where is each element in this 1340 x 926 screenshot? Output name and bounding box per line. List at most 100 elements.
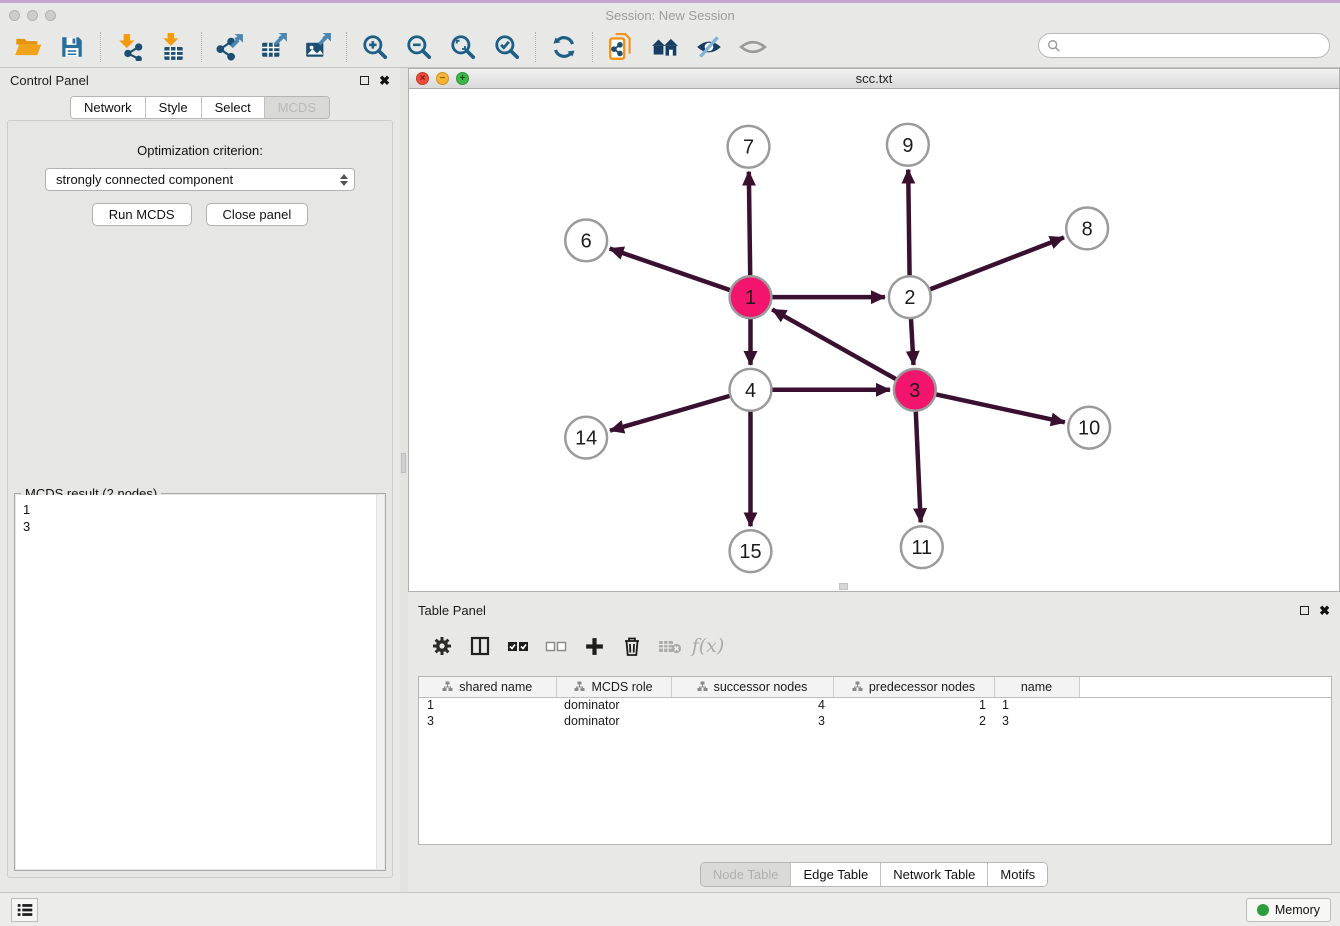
table-header-row: shared nameMCDS rolesuccessor nodesprede… — [419, 677, 1331, 697]
column-header[interactable]: shared name — [419, 677, 556, 697]
export-image-icon[interactable] — [301, 30, 335, 64]
tab-mcds[interactable]: MCDS — [265, 97, 329, 118]
edge-2-9[interactable] — [908, 170, 910, 292]
hide-details-icon[interactable] — [692, 30, 726, 64]
zoom-out-icon[interactable] — [402, 30, 436, 64]
graph-node-9[interactable]: 9 — [887, 124, 929, 166]
column-header[interactable]: successor nodes — [671, 677, 833, 697]
function-builder-icon: f(x) — [696, 634, 720, 658]
run-mcds-button[interactable]: Run MCDS — [92, 203, 192, 226]
tab-select[interactable]: Select — [202, 97, 265, 118]
show-column-panel-icon[interactable] — [468, 634, 492, 658]
table-cell[interactable]: 3 — [419, 713, 556, 729]
edge-4-14[interactable] — [610, 391, 745, 430]
edge-1-7[interactable] — [749, 172, 751, 292]
close-table-panel-icon[interactable]: ✖ — [1319, 604, 1330, 617]
search-field[interactable] — [1038, 33, 1330, 58]
mcds-result-text[interactable]: 13 — [16, 495, 384, 869]
zoom-fit-icon[interactable] — [446, 30, 480, 64]
float-table-panel-icon[interactable] — [1300, 606, 1309, 615]
table-cell[interactable]: 4 — [671, 697, 833, 713]
column-header[interactable]: MCDS role — [556, 677, 671, 697]
control-panel-tabs: Network Style Select MCDS — [70, 96, 330, 119]
svg-text:11: 11 — [911, 537, 932, 559]
tab-network-table[interactable]: Network Table — [881, 863, 988, 886]
node-table[interactable]: shared nameMCDS rolesuccessor nodesprede… — [419, 677, 1331, 729]
table-panel-title: Table Panel — [418, 603, 486, 618]
graph-node-10[interactable]: 10 — [1068, 407, 1110, 449]
graph-node-6[interactable]: 6 — [565, 219, 607, 261]
close-panel-icon[interactable]: ✖ — [379, 74, 390, 87]
edge-2-8[interactable] — [915, 237, 1064, 295]
table-row[interactable]: 1dominator411 — [419, 697, 1331, 713]
svg-text:2: 2 — [904, 287, 915, 309]
table-cell[interactable]: dominator — [556, 697, 671, 713]
svg-text:9: 9 — [902, 135, 913, 157]
edge-1-6[interactable] — [610, 249, 745, 296]
zoom-selected-icon[interactable] — [490, 30, 524, 64]
select-all-columns-icon[interactable] — [506, 634, 530, 658]
graph-node-8[interactable]: 8 — [1066, 208, 1108, 250]
criterion-dropdown[interactable]: strongly connected component — [45, 168, 355, 191]
clone-network-icon[interactable] — [604, 30, 638, 64]
home-icon[interactable] — [648, 30, 682, 64]
export-table-icon[interactable] — [257, 30, 291, 64]
panel-divider[interactable] — [400, 68, 408, 892]
zoom-in-icon[interactable] — [358, 30, 392, 64]
column-header[interactable]: name — [994, 677, 1079, 697]
tab-style[interactable]: Style — [146, 97, 202, 118]
graph-node-15[interactable]: 15 — [730, 530, 772, 572]
table-settings-gear-icon[interactable] — [430, 634, 454, 658]
toolbar-separator — [201, 32, 202, 62]
column-header[interactable]: predecessor nodes — [833, 677, 994, 697]
graph-node-4[interactable]: 4 — [730, 369, 772, 411]
table-row[interactable]: 3dominator323 — [419, 713, 1331, 729]
import-table-icon[interactable] — [156, 30, 190, 64]
show-details-icon[interactable] — [736, 30, 770, 64]
optimization-criterion-label: Optimization criterion: — [8, 143, 392, 158]
unselect-all-columns-icon[interactable] — [544, 634, 568, 658]
canvas-scrollbar-grip[interactable] — [839, 583, 848, 590]
save-session-icon[interactable] — [55, 30, 89, 64]
table-cell[interactable]: 3 — [994, 713, 1079, 729]
edge-3-10[interactable] — [921, 391, 1065, 422]
memory-button[interactable]: Memory — [1246, 898, 1331, 922]
import-network-icon[interactable] — [112, 30, 146, 64]
network-maximize-button[interactable]: + — [456, 72, 469, 85]
result-scrollbar[interactable] — [376, 495, 384, 869]
table-cell[interactable]: 1 — [419, 697, 556, 713]
search-input[interactable] — [1066, 38, 1329, 53]
header-filler — [1079, 677, 1331, 697]
edge-3-1[interactable] — [772, 309, 909, 386]
tab-motifs[interactable]: Motifs — [988, 863, 1047, 886]
graph-node-7[interactable]: 7 — [728, 126, 770, 168]
network-canvas[interactable]: 7 9 6 8 1 2 4 3 14 10 15 11 — [409, 89, 1339, 591]
divider-handle[interactable] — [401, 453, 406, 473]
graph-node-11[interactable]: 11 — [901, 526, 943, 568]
network-window-titlebar[interactable]: × − + scc.txt — [409, 69, 1339, 89]
tab-network[interactable]: Network — [71, 97, 146, 118]
table-cell[interactable]: 1 — [833, 697, 994, 713]
edge-3-11[interactable] — [915, 396, 921, 523]
graph-node-2[interactable]: 2 — [889, 276, 931, 318]
export-network-icon[interactable] — [213, 30, 247, 64]
graph-node-3[interactable]: 3 — [894, 369, 936, 411]
table-cell[interactable]: 2 — [833, 713, 994, 729]
refresh-icon[interactable] — [547, 30, 581, 64]
tab-edge-table[interactable]: Edge Table — [791, 863, 881, 886]
application-window: Session: New Session — [0, 0, 1340, 926]
open-session-icon[interactable] — [11, 30, 45, 64]
delete-column-icon[interactable] — [620, 634, 644, 658]
task-history-icon[interactable] — [11, 898, 38, 922]
table-cell[interactable]: 3 — [671, 713, 833, 729]
network-minimize-button[interactable]: − — [436, 72, 449, 85]
create-column-icon[interactable] — [582, 634, 606, 658]
graph-node-1[interactable]: 1 — [730, 276, 772, 318]
float-panel-icon[interactable] — [360, 76, 369, 85]
close-panel-button[interactable]: Close panel — [206, 203, 309, 226]
graph-node-14[interactable]: 14 — [565, 417, 607, 459]
table-cell[interactable]: 1 — [994, 697, 1079, 713]
tab-node-table[interactable]: Node Table — [701, 863, 792, 886]
network-close-button[interactable]: × — [416, 72, 429, 85]
table-cell[interactable]: dominator — [556, 713, 671, 729]
